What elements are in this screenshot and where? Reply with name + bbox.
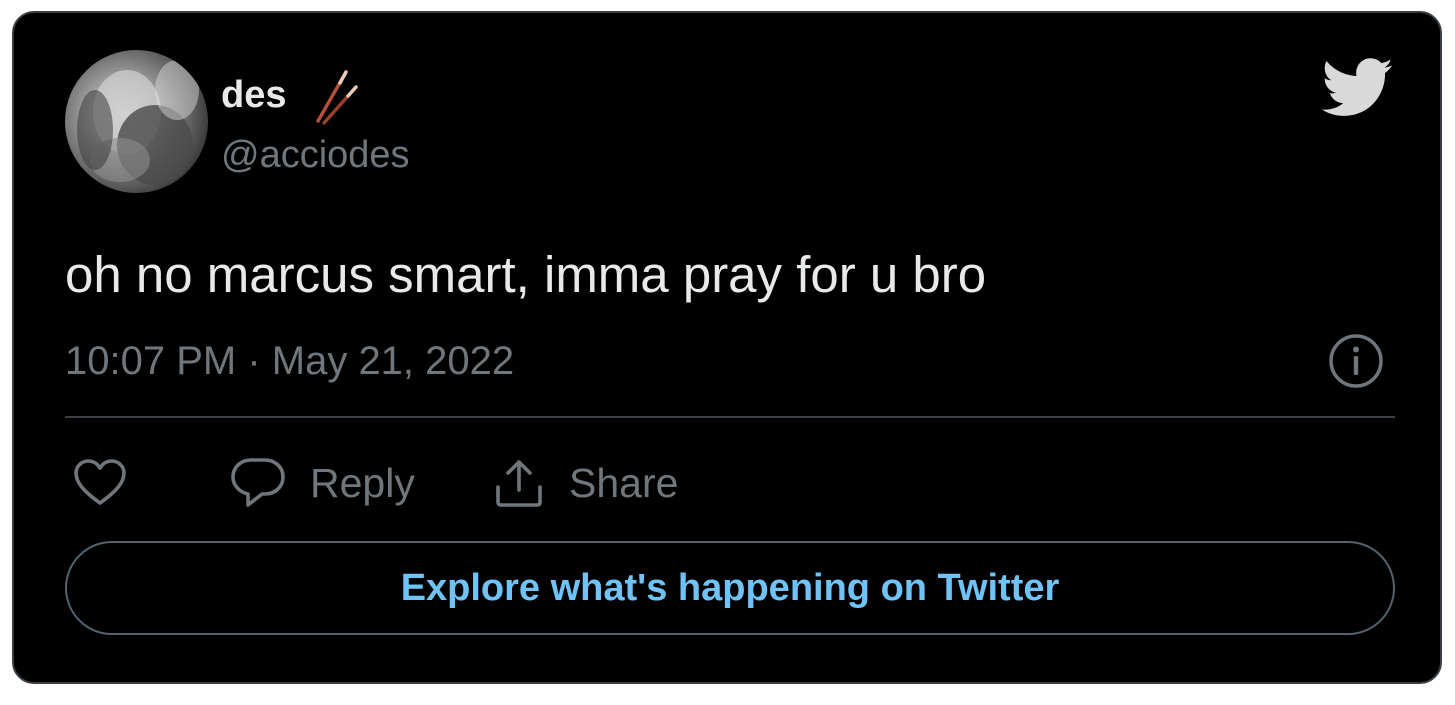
heart-icon [74, 459, 126, 505]
like-button[interactable] [73, 453, 127, 513]
share-button[interactable]: Share [493, 453, 678, 513]
divider [65, 416, 1395, 418]
tweet-text: oh no marcus smart, imma pray for u bro [65, 246, 987, 303]
speech-bubble-icon [231, 458, 285, 507]
twitter-bird-icon[interactable] [1322, 57, 1394, 119]
tweet-card: des @acciodes oh no marcus smart, imma p… [12, 11, 1442, 684]
share-upload-icon [496, 460, 542, 507]
reply-label: Reply [310, 460, 415, 506]
display-name[interactable]: des [221, 73, 286, 117]
tweet-timestamp[interactable]: 10:07 PM · May 21, 2022 [65, 338, 514, 384]
user-handle[interactable]: @acciodes [221, 133, 410, 177]
explore-button-label: Explore what's happening on Twitter [400, 566, 1060, 609]
avatar-photo [77, 60, 199, 185]
share-label: Share [569, 460, 679, 506]
chopsticks-icon [316, 70, 358, 125]
avatar[interactable] [65, 50, 208, 193]
reply-button[interactable]: Reply [230, 453, 415, 513]
info-icon[interactable] [1328, 333, 1384, 389]
explore-twitter-button[interactable]: Explore what's happening on Twitter [65, 541, 1395, 635]
